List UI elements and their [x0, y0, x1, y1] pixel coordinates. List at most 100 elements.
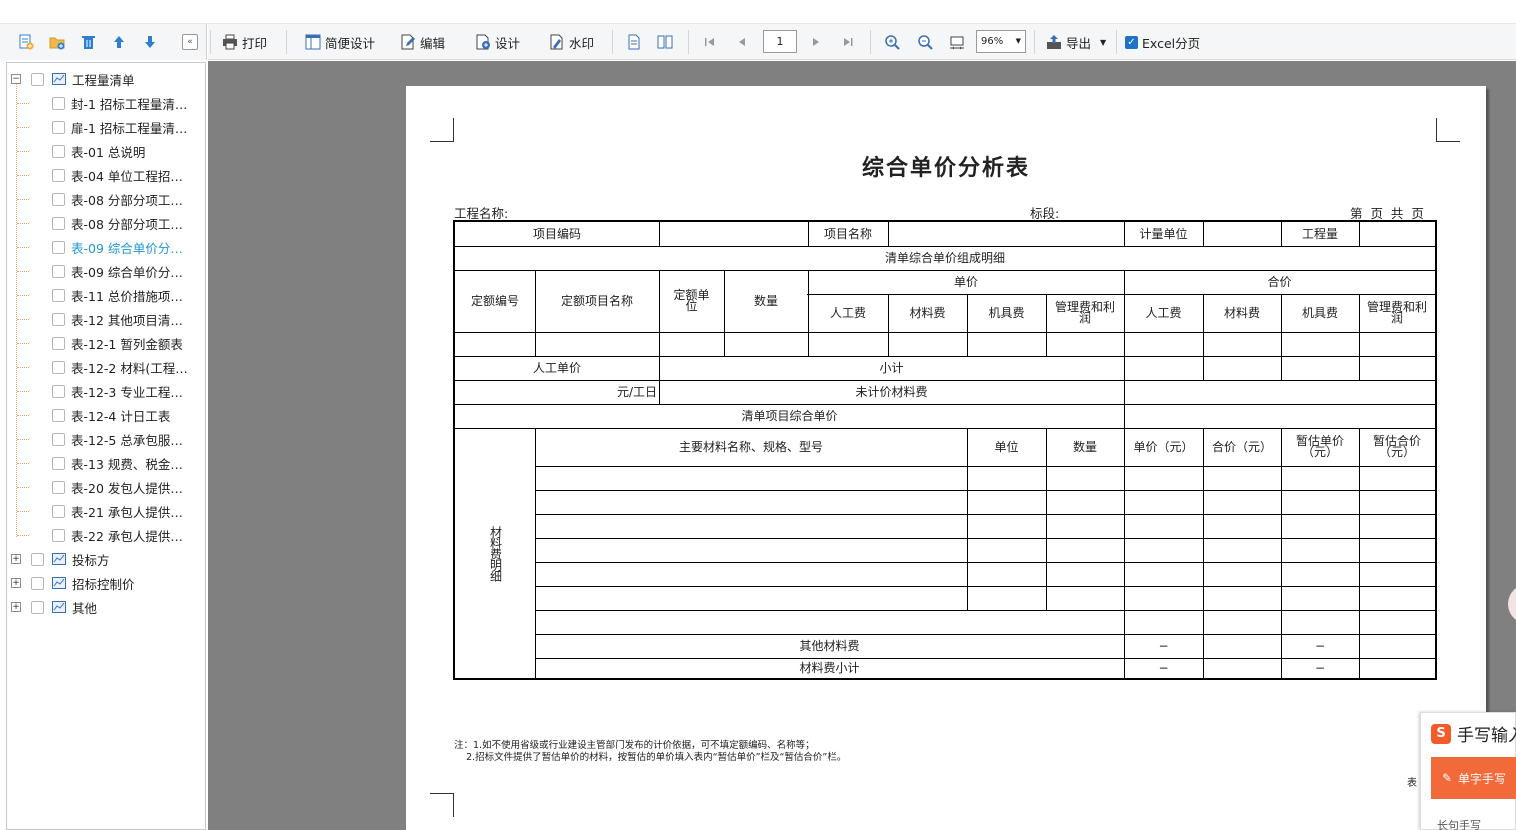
document-viewer[interactable]: 综合单价分析表 工程名称: 标段: 第 页 共 页 项目编码 项目名称 计量单位 工程…	[208, 61, 1516, 830]
tree-root-bill-of-quantities[interactable]: − 工程量清单	[7, 67, 205, 91]
tree-checkbox[interactable]	[52, 504, 65, 518]
tree-node-other[interactable]: + 其他	[7, 595, 205, 619]
tree-item-label: 表-08 分部分项工…	[71, 216, 183, 232]
tree-connector	[17, 127, 29, 128]
add-folder-icon[interactable]	[41, 30, 72, 54]
tree-checkbox[interactable]	[52, 336, 65, 350]
tree-item[interactable]: 表-21 承包人提供…	[7, 499, 205, 523]
next-page-button[interactable]	[808, 32, 828, 52]
tree-item-label: 表-12 其他项目清…	[71, 312, 183, 328]
edit-button[interactable]: 编辑	[400, 32, 445, 52]
tree-item[interactable]: 表-12-5 总承包服…	[7, 427, 205, 451]
tree-checkbox[interactable]	[52, 96, 65, 110]
tree-item[interactable]: 表-08 分部分项工…	[7, 187, 205, 211]
table-dash: −	[1314, 638, 1326, 653]
tree-item[interactable]: 表-11 总价措施项…	[7, 283, 205, 307]
tree-item[interactable]: 表-09 综合单价分…	[7, 259, 205, 283]
first-page-button[interactable]	[702, 32, 722, 52]
fit-width-button[interactable]	[949, 32, 969, 52]
tree-checkbox[interactable]	[52, 456, 65, 470]
tree-connector	[17, 511, 29, 512]
tree-item[interactable]: 表-13 规费、税金…	[7, 451, 205, 475]
single-char-handwriting-button[interactable]: ✎ 单字手写	[1431, 757, 1516, 799]
tree-checkbox[interactable]	[52, 264, 65, 278]
table-rule	[535, 610, 1435, 611]
print-button[interactable]: 打印	[222, 32, 267, 52]
tree-item[interactable]: 表-12 其他项目清…	[7, 307, 205, 331]
export-button[interactable]: 导出	[1046, 32, 1091, 52]
tree-item[interactable]: 表-08 分部分项工…	[7, 211, 205, 235]
table-header-est-unit-price: 暂估单价（元）	[1295, 434, 1344, 459]
prev-page-button[interactable]	[734, 32, 754, 52]
excel-paging-checkbox[interactable]: ✓ Excel分页	[1125, 32, 1200, 52]
tree-item[interactable]: 表-12-1 暂列金额表	[7, 331, 205, 355]
tree-checkbox[interactable]	[52, 432, 65, 446]
tree-checkbox[interactable]	[52, 528, 65, 542]
tree-checkbox[interactable]	[52, 384, 65, 398]
expand-icon[interactable]: +	[11, 554, 21, 564]
tree-checkbox[interactable]	[31, 576, 44, 590]
tree-node-bidder[interactable]: + 投标方	[7, 547, 205, 571]
double-page-button[interactable]	[657, 32, 677, 52]
tree-item[interactable]: 封-1 招标工程量清…	[7, 91, 205, 115]
tree-checkbox[interactable]	[52, 408, 65, 422]
tree-checkbox[interactable]	[52, 288, 65, 302]
tree-checkbox[interactable]	[52, 480, 65, 494]
move-down-icon[interactable]	[134, 30, 165, 54]
tree-checkbox[interactable]	[52, 192, 65, 206]
zoom-select[interactable]: 96% ▼	[976, 30, 1026, 53]
table-header-total-price: 合价	[1267, 274, 1292, 289]
tree-checkbox[interactable]	[31, 600, 44, 614]
tree-checkbox[interactable]	[52, 240, 65, 254]
simple-design-button[interactable]: 简便设计	[305, 32, 375, 52]
tree-item[interactable]: 表-12-3 专业工程…	[7, 379, 205, 403]
zoom-in-button[interactable]	[884, 32, 904, 52]
tree-item[interactable]: 表-22 承包人提供…	[7, 523, 205, 547]
tree-connector	[17, 247, 29, 248]
tree-node-control-price[interactable]: + 招标控制价	[7, 571, 205, 595]
single-page-icon	[628, 34, 640, 50]
expand-icon[interactable]: +	[11, 602, 21, 612]
tree-item[interactable]: 表-04 单位工程招…	[7, 163, 205, 187]
tree-checkbox[interactable]	[52, 216, 65, 230]
long-sentence-handwriting-button[interactable]: 长句手写	[1437, 817, 1481, 830]
table-header-material: 材料费	[1223, 305, 1260, 320]
table-header-item-name: 项目名称	[823, 226, 872, 241]
expand-icon[interactable]: +	[11, 578, 21, 588]
checkbox-checked-icon: ✓	[1125, 35, 1138, 49]
tree-connector	[17, 487, 29, 488]
tree-checkbox[interactable]	[31, 72, 44, 86]
tree-item[interactable]: 表-01 总说明	[7, 139, 205, 163]
design-button[interactable]: 设计	[475, 32, 520, 52]
last-page-button[interactable]	[840, 32, 860, 52]
table-label-material-detail: 材料费明细	[488, 525, 503, 581]
zoom-out-button[interactable]	[917, 32, 937, 52]
tree-connector	[17, 151, 29, 152]
move-up-icon[interactable]	[103, 30, 134, 54]
table-rule	[1203, 222, 1204, 246]
tree-checkbox[interactable]	[52, 312, 65, 326]
tree-checkbox[interactable]	[52, 360, 65, 374]
tree-checkbox[interactable]	[52, 168, 65, 182]
report-tree: − 工程量清单 封-1 招标工程量清… 扉-1 招标工程量清… 表-01 总说明 表-…	[6, 62, 206, 830]
tree-checkbox[interactable]	[52, 144, 65, 158]
page-number-input[interactable]: 1	[763, 30, 797, 53]
handwriting-ime-widget[interactable]: S 手写输入 ✎ 单字手写 长句手写	[1420, 712, 1516, 830]
tree-connector	[17, 175, 29, 176]
tree-checkbox[interactable]	[52, 120, 65, 134]
tree-checkbox[interactable]	[31, 552, 44, 566]
tree-item[interactable]: 扉-1 招标工程量清…	[7, 115, 205, 139]
table-header-labor: 人工费	[1145, 305, 1182, 320]
tree-item[interactable]: 表-12-2 材料(工程…	[7, 355, 205, 379]
watermark-button[interactable]: 水印	[549, 32, 594, 52]
tree-item[interactable]: 表-20 发包人提供…	[7, 475, 205, 499]
collapse-icon[interactable]: −	[11, 74, 21, 84]
collapse-panel-button[interactable]: «	[182, 34, 198, 50]
single-page-button[interactable]	[626, 32, 646, 52]
tree-item[interactable]: 表-09 综合单价分…	[7, 235, 205, 259]
tree-item[interactable]: 表-12-4 计日工表	[7, 403, 205, 427]
toolbar-separator	[210, 30, 211, 54]
add-file-icon[interactable]	[10, 30, 41, 54]
delete-icon[interactable]	[72, 30, 103, 54]
export-dropdown[interactable]: ▼	[1100, 32, 1106, 52]
